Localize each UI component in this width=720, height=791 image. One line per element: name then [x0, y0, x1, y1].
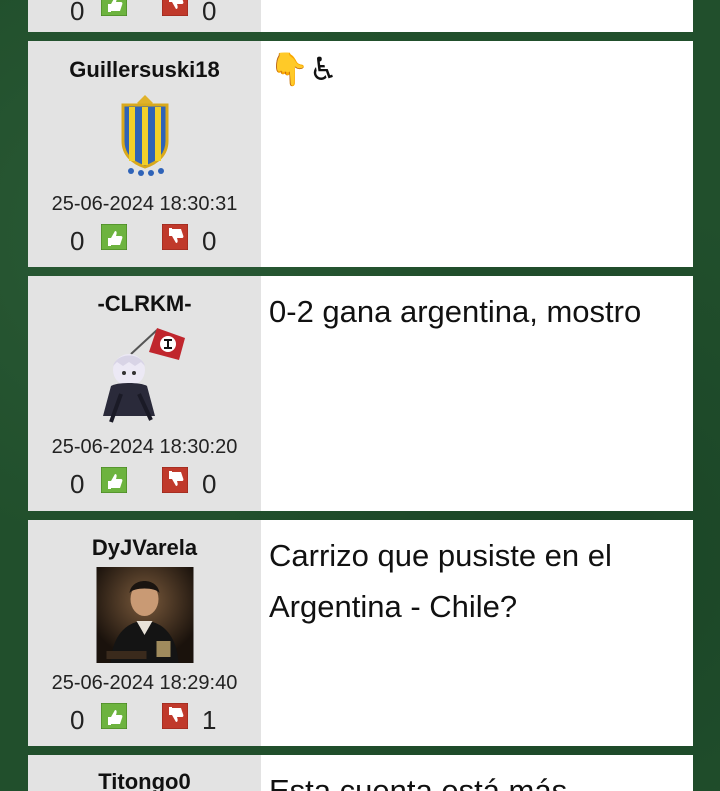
comment-feed: 0 0 Guillersuski18 25-06-2024 18:30:31 0…	[0, 0, 720, 791]
dislike-count: 0	[202, 226, 217, 256]
post-date: 25-06-2024 18:30:20	[51, 436, 238, 458]
thumbs-down-icon[interactable]	[162, 703, 188, 729]
thumbs-up-icon[interactable]	[101, 224, 127, 250]
dislike-count: 0	[202, 469, 217, 499]
like-count: 0	[70, 469, 85, 499]
comment-post: -CLRKM- 25-06-2024 18:30:20 0 0 0-2 gana…	[28, 276, 693, 511]
comment-author-panel: DyJVarela 25-06-2024 18:29:40 0 1	[28, 520, 261, 746]
comment-post: Guillersuski18 25-06-2024 18:30:31 0 0 👇…	[28, 41, 693, 267]
comment-message: Esta cuenta está más	[261, 755, 693, 791]
like-count: 0	[70, 0, 85, 26]
username[interactable]: DyJVarela	[28, 535, 261, 561]
post-date: 25-06-2024 18:29:40	[51, 672, 238, 694]
vote-bar: 0 1	[28, 703, 261, 737]
thumbs-down-icon[interactable]	[162, 467, 188, 493]
anime-character-flag-icon[interactable]	[97, 324, 193, 428]
comment-author-panel: Titongo0	[28, 755, 261, 791]
comment-author-panel: 0 0	[28, 0, 261, 32]
post-date: 25-06-2024 18:30:31	[51, 193, 238, 215]
dislike-count: 0	[202, 0, 217, 26]
vote-bar: 0 0	[28, 0, 261, 30]
thumbs-up-icon[interactable]	[101, 467, 127, 493]
thumbs-down-icon[interactable]	[162, 224, 188, 250]
comment-message: 0-2 gana argentina, mostro	[261, 276, 693, 511]
comment-post: DyJVarela 25-06-2024 18:29:40 0 1 Carriz…	[28, 520, 693, 746]
vote-bar: 0 0	[28, 224, 261, 258]
comment-message	[261, 0, 693, 32]
comment-post: Titongo0 Esta cuenta está más	[28, 755, 693, 791]
comment-author-panel: -CLRKM- 25-06-2024 18:30:20 0 0	[28, 276, 261, 511]
username[interactable]: -CLRKM-	[28, 291, 261, 317]
username[interactable]: Guillersuski18	[28, 57, 261, 83]
like-count: 0	[70, 226, 85, 256]
dislike-count: 1	[202, 705, 217, 735]
thumbs-up-icon[interactable]	[101, 0, 127, 16]
comment-message: Carrizo que pusiste en el Argentina - Ch…	[261, 520, 693, 746]
club-crest-icon[interactable]	[117, 93, 173, 177]
thumbs-up-icon[interactable]	[101, 703, 127, 729]
comment-message: 👇♿	[261, 41, 693, 267]
vote-bar: 0 0	[28, 467, 261, 501]
username[interactable]: Titongo0	[28, 769, 261, 791]
comment-post: 0 0	[28, 0, 693, 32]
comment-author-panel: Guillersuski18 25-06-2024 18:30:31 0 0	[28, 41, 261, 267]
portrait-photo-icon[interactable]	[96, 567, 193, 663]
thumbs-down-icon[interactable]	[162, 0, 188, 16]
like-count: 0	[70, 705, 85, 735]
